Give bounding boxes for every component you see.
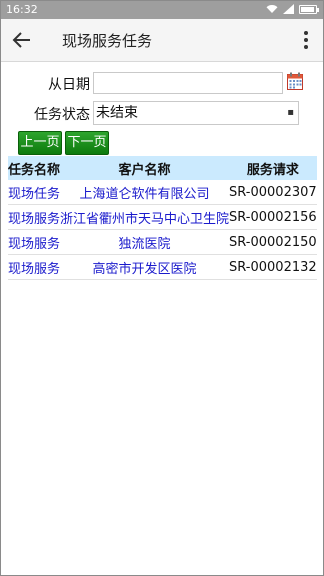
status-icons	[266, 4, 319, 14]
dropdown-indicator-icon: ▪	[287, 107, 294, 118]
from-date-label: 从日期	[48, 77, 90, 93]
table-row[interactable]: 现场服务 浙江省衢州市天马中心卫生院 SR-00002156	[8, 204, 317, 230]
wifi-icon	[266, 5, 278, 13]
task-name-link[interactable]: 现场服务	[8, 229, 61, 255]
task-status-select[interactable]: 未结束 ▪	[93, 101, 299, 125]
service-request-cell: SR-00002150	[229, 229, 317, 255]
column-header-customer-name: 客户名称	[60, 156, 230, 180]
more-options-icon[interactable]	[303, 29, 309, 51]
signal-icon	[283, 4, 294, 14]
app-bar: 现场服务任务	[1, 19, 323, 62]
table-row[interactable]: 现场服务 高密市开发区医院 SR-00002132	[8, 254, 317, 280]
task-name-link[interactable]: 现场服务	[8, 254, 61, 280]
back-arrow-icon[interactable]	[11, 29, 33, 51]
next-page-button[interactable]: 下一页	[65, 131, 109, 155]
service-request-cell: SR-00002156	[229, 204, 317, 230]
customer-name-link[interactable]: 高密市开发区医院	[60, 254, 230, 280]
column-header-task-name: 任务名称	[8, 156, 61, 180]
table-row[interactable]: 现场服务 独流医院 SR-00002150	[8, 229, 317, 255]
prev-page-button[interactable]: 上一页	[18, 131, 62, 155]
table-row[interactable]: 现场任务 上海道仑软件有限公司 SR-00002307	[8, 180, 317, 205]
from-date-input[interactable]	[93, 72, 283, 94]
status-bar: 16:32	[1, 1, 323, 19]
customer-name-link[interactable]: 浙江省衢州市天马中心卫生院	[60, 204, 230, 230]
service-request-cell: SR-00002307	[229, 180, 317, 205]
calendar-icon[interactable]	[287, 72, 303, 90]
customer-name-link[interactable]: 上海道仑软件有限公司	[60, 180, 230, 205]
table-header-row: 任务名称 客户名称 服务请求	[8, 156, 317, 180]
column-header-service-request: 服务请求	[229, 156, 317, 180]
task-name-link[interactable]: 现场任务	[8, 180, 61, 205]
task-status-value: 未结束	[96, 105, 138, 121]
task-table: 任务名称 客户名称 服务请求 现场任务 上海道仑软件有限公司 SR-000023…	[8, 156, 317, 280]
service-request-cell: SR-00002132	[229, 254, 317, 280]
page-title: 现场服务任务	[62, 32, 153, 50]
battery-icon	[299, 4, 319, 14]
task-status-label: 任务状态	[34, 107, 90, 123]
clock: 16:32	[6, 3, 38, 16]
task-name-link[interactable]: 现场服务	[8, 204, 61, 230]
customer-name-link[interactable]: 独流医院	[60, 229, 230, 255]
